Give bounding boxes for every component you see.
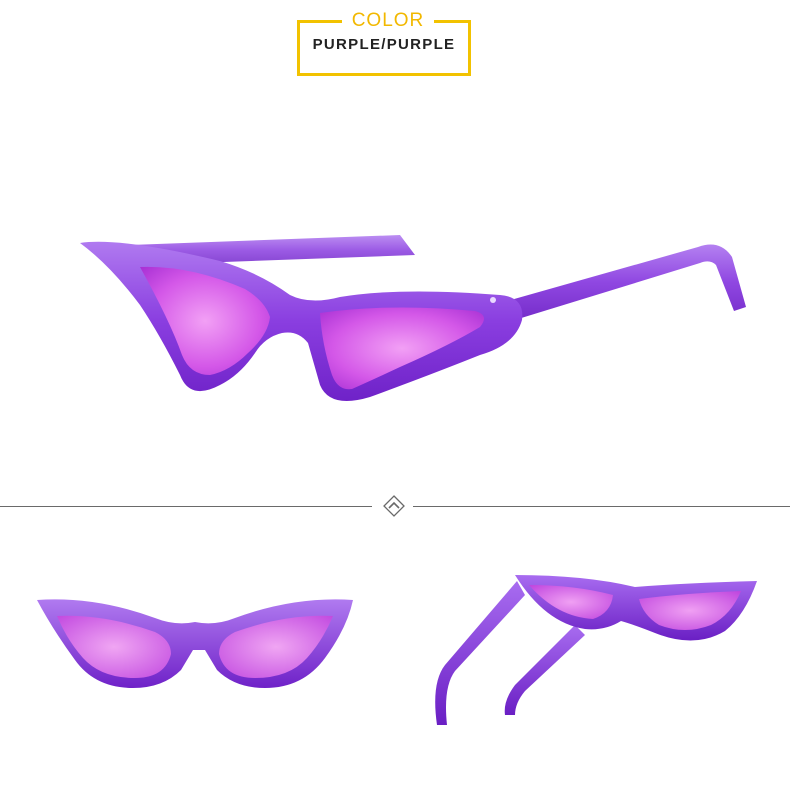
temple-arm	[500, 244, 746, 319]
hinge-rivet	[490, 297, 496, 303]
temple-arm	[504, 625, 585, 715]
color-heading: COLOR	[342, 8, 434, 34]
divider-line-left	[0, 506, 372, 507]
sunglasses-front-photo	[37, 599, 353, 688]
sunglasses-three-quarter-photo	[80, 235, 746, 401]
chevron-up-diamond-icon	[383, 495, 405, 517]
color-value: PURPLE/PURPLE	[312, 36, 456, 53]
sunglasses-back-photo	[435, 575, 757, 725]
divider-line-right	[413, 506, 790, 507]
